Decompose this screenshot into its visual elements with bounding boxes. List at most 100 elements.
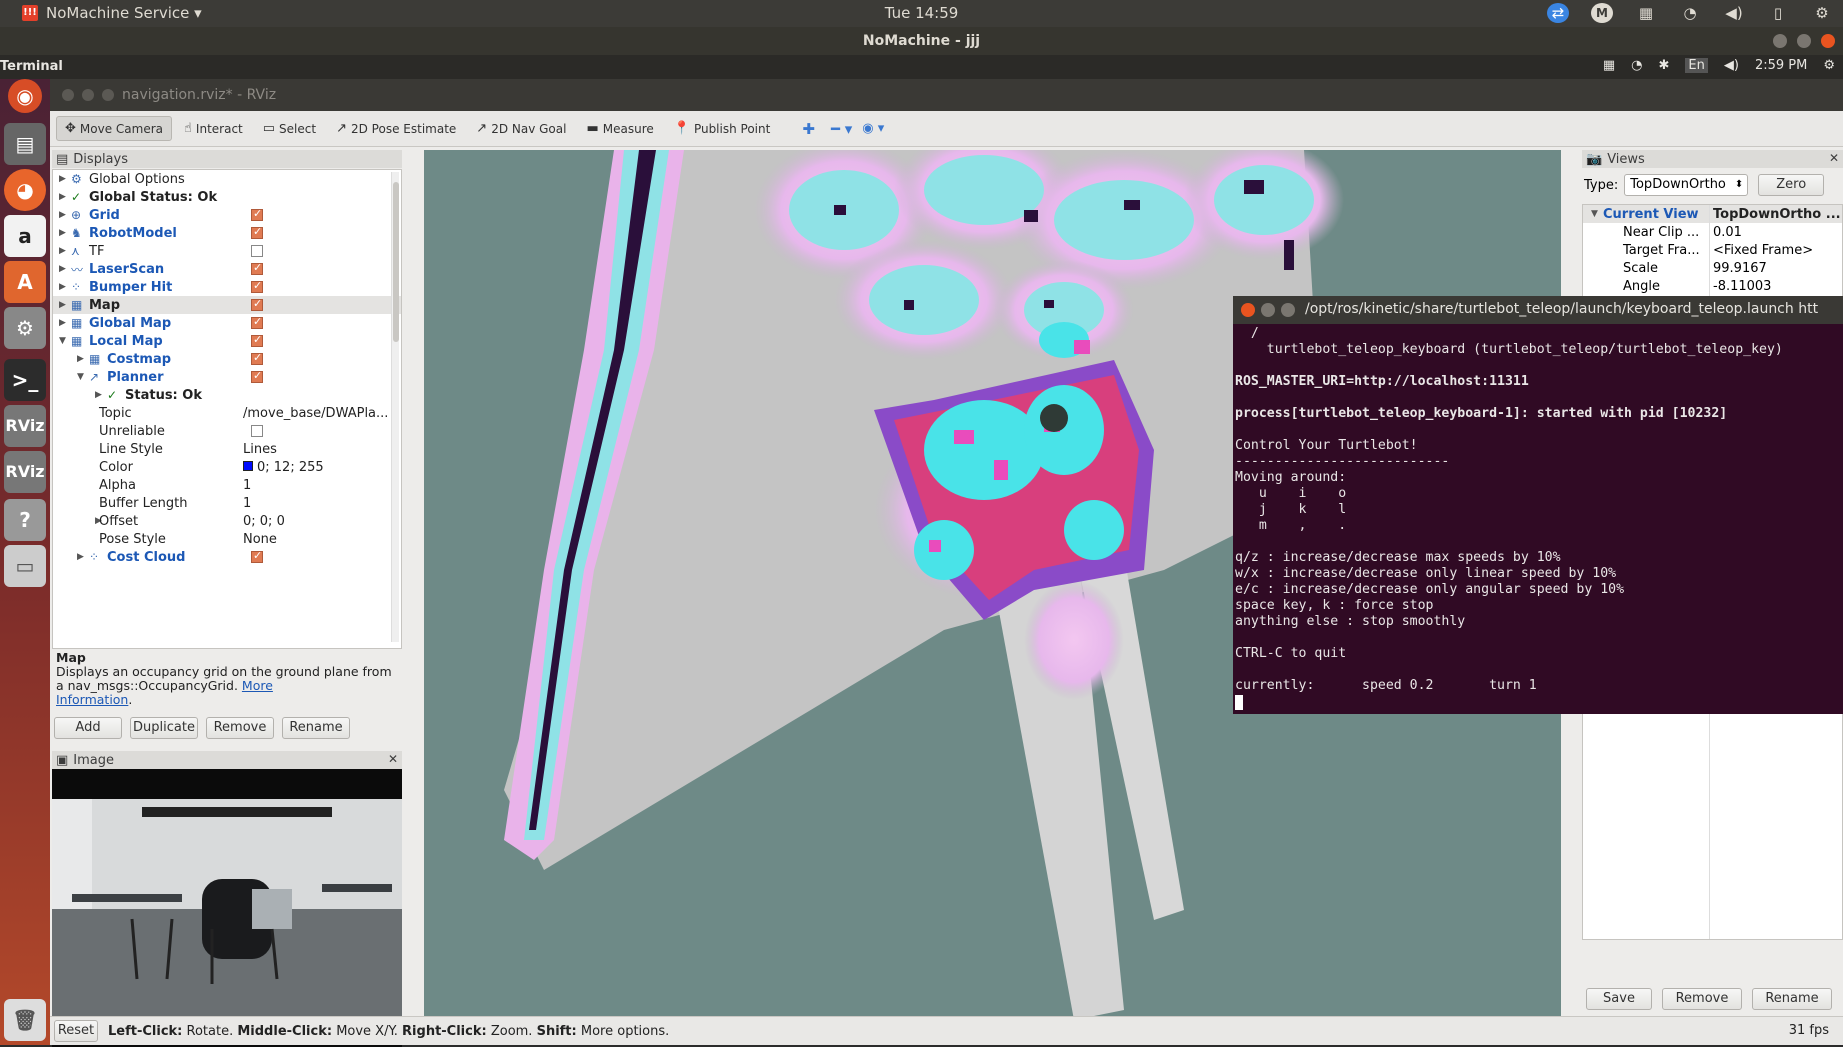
enable-checkbox[interactable]	[251, 315, 263, 329]
minimize-icon[interactable]	[1773, 34, 1787, 48]
host-clock[interactable]: Tue 14:59	[885, 4, 959, 22]
keyboard-icon[interactable]: ▦	[1635, 3, 1657, 23]
enable-checkbox[interactable]	[251, 279, 263, 293]
display-row-status-ok[interactable]: ▶ ✓ Status: Ok	[53, 386, 401, 404]
expand-icon[interactable]: ▶	[59, 264, 66, 274]
display-row-tf[interactable]: ▶ ⋏ TF	[53, 242, 401, 260]
display-row-costmap[interactable]: ▶ ▦ Costmap	[53, 350, 401, 368]
rviz-launcher-icon[interactable]: RViz	[4, 405, 46, 447]
rename-view-button[interactable]: Rename	[1752, 988, 1832, 1010]
view-prop-value[interactable]: <Fixed Frame>	[1713, 243, 1813, 258]
display-row-local-map[interactable]: ▼ ▦ Local Map	[53, 332, 401, 350]
remove-tool-icon[interactable]: ━ ▾	[831, 120, 852, 138]
teleop-terminal[interactable]: /opt/ros/kinetic/share/turtlebot_teleop/…	[1233, 296, 1843, 714]
rviz-close-icon[interactable]	[62, 89, 74, 101]
remove-view-button[interactable]: Remove	[1662, 988, 1742, 1010]
display-row-global-options[interactable]: ▶ ⚙ Global Options	[53, 170, 401, 188]
enable-checkbox[interactable]	[251, 369, 263, 383]
display-row-pose-style[interactable]: Pose Style None	[53, 530, 401, 548]
close-icon[interactable]	[1821, 34, 1835, 48]
view-prop-row[interactable]: Angle -8.11003	[1583, 277, 1842, 295]
view-prop-value[interactable]: -8.11003	[1713, 279, 1771, 294]
display-row-bumper-hit[interactable]: ▶ ⁘ Bumper Hit	[53, 278, 401, 296]
nomachine-tray-icon[interactable]: M	[1591, 3, 1613, 23]
settings-icon[interactable]: ⚙	[1811, 3, 1833, 23]
display-row-grid[interactable]: ▶ ⊕ Grid	[53, 206, 401, 224]
battery-icon[interactable]: ▯	[1767, 3, 1789, 23]
volume-icon[interactable]: ◀)	[1723, 3, 1745, 23]
expand-icon[interactable]: ▼	[77, 372, 84, 382]
publish-point-tool[interactable]: 📍 Publish Point	[666, 117, 779, 140]
files-icon[interactable]: ▤	[4, 123, 46, 165]
expand-icon[interactable]: ▶	[77, 354, 84, 364]
terminal-close-icon[interactable]	[1241, 303, 1255, 317]
expand-icon[interactable]: ▶	[59, 210, 66, 220]
amazon-icon[interactable]: a	[4, 215, 46, 257]
expand-icon[interactable]: ▶	[59, 174, 66, 184]
add-button[interactable]: Add	[54, 717, 122, 739]
expand-icon[interactable]: ▼	[59, 336, 66, 346]
rviz-launcher-icon-2[interactable]: RViz	[4, 451, 46, 493]
firefox-icon[interactable]: ◕	[4, 169, 46, 211]
display-row-offset[interactable]: ▶ Offset 0; 0; 0	[53, 512, 401, 530]
enable-checkbox[interactable]	[251, 225, 263, 239]
display-row-alpha[interactable]: Alpha 1	[53, 476, 401, 494]
enable-checkbox[interactable]	[251, 207, 263, 221]
property-value[interactable]: 1	[243, 478, 251, 493]
display-row-map[interactable]: ▶ ▦ Map	[53, 296, 401, 314]
image-close-icon[interactable]: ✕	[388, 752, 398, 766]
system-settings-icon[interactable]: ⚙	[4, 307, 46, 349]
terminal-maximize-icon[interactable]	[1281, 303, 1295, 317]
information-link[interactable]: Information	[56, 692, 128, 707]
move-camera-tool[interactable]: ✥ Move Camera	[56, 116, 172, 141]
property-value[interactable]: Lines	[243, 442, 277, 457]
display-row-line-style[interactable]: Line Style Lines	[53, 440, 401, 458]
current-view-expand-icon[interactable]: ▼	[1591, 209, 1598, 219]
remote-language[interactable]: En	[1685, 58, 1708, 73]
help-icon[interactable]: ?	[4, 499, 46, 541]
trash-icon[interactable]: 🗑	[4, 999, 46, 1041]
display-row-buffer-length[interactable]: Buffer Length 1	[53, 494, 401, 512]
dash-icon[interactable]: ◉	[8, 79, 42, 113]
enable-checkbox[interactable]	[251, 297, 263, 311]
2d-nav-goal-tool[interactable]: ↗ 2D Nav Goal	[468, 117, 574, 140]
2d-pose-estimate-tool[interactable]: ↗ 2D Pose Estimate	[328, 117, 464, 140]
reset-button[interactable]: Reset	[54, 1020, 98, 1042]
select-tool[interactable]: ▭ Select	[255, 117, 324, 140]
display-row-topic[interactable]: Topic/move_base/DWAPla...	[53, 404, 401, 422]
teamviewer-icon[interactable]: ⇄	[1547, 3, 1569, 23]
view-prop-value[interactable]: 0.01	[1713, 225, 1742, 240]
expand-icon[interactable]: ▶	[59, 192, 66, 202]
rename-display-button[interactable]: Rename	[282, 717, 350, 739]
expand-icon[interactable]: ▶	[59, 228, 66, 238]
rviz-maximize-icon[interactable]	[102, 89, 114, 101]
remote-settings-icon[interactable]: ⚙	[1823, 58, 1835, 73]
nomachine-service-menu[interactable]: NoMachine Service ▾	[46, 4, 202, 22]
current-view-row[interactable]: ▼ Current View TopDownOrtho ...	[1583, 205, 1842, 223]
terminal-launcher-icon[interactable]: >_	[4, 359, 46, 401]
enable-checkbox[interactable]	[251, 351, 263, 365]
displays-scrollbar[interactable]	[391, 172, 399, 642]
save-view-button[interactable]: Save	[1586, 988, 1652, 1010]
property-value[interactable]: /move_base/DWAPla...	[243, 406, 388, 421]
unreliable-checkbox[interactable]	[251, 425, 263, 437]
add-tool-icon[interactable]: ✚	[802, 120, 815, 138]
property-value[interactable]: 0; 0; 0	[243, 514, 285, 529]
software-center-icon[interactable]: A	[4, 261, 46, 303]
remote-bluetooth-icon[interactable]: ✱	[1659, 58, 1670, 73]
wifi-icon[interactable]: ◔	[1679, 3, 1701, 23]
property-value[interactable]: 0; 12; 255	[243, 460, 324, 475]
expand-icon[interactable]: ▶	[59, 318, 66, 328]
zero-button[interactable]: Zero	[1758, 174, 1825, 196]
view-type-select[interactable]: TopDownOrtho ⬍	[1624, 174, 1749, 196]
duplicate-button[interactable]: Duplicate	[130, 717, 198, 739]
rviz-minimize-icon[interactable]	[82, 89, 94, 101]
display-row-laserscan[interactable]: ▶ 〰 LaserScan	[53, 260, 401, 278]
display-row-cost-cloud[interactable]: ▶ ⁘ Cost Cloud	[53, 548, 401, 566]
display-row-planner[interactable]: ▼ ↗ Planner	[53, 368, 401, 386]
remote-wifi-icon[interactable]: ◔	[1631, 58, 1642, 73]
maximize-icon[interactable]	[1797, 34, 1811, 48]
display-row-color[interactable]: Color 0; 12; 255	[53, 458, 401, 476]
expand-icon[interactable]: ▶	[95, 390, 102, 400]
view-prop-row[interactable]: Near Clip ... 0.01	[1583, 223, 1842, 241]
